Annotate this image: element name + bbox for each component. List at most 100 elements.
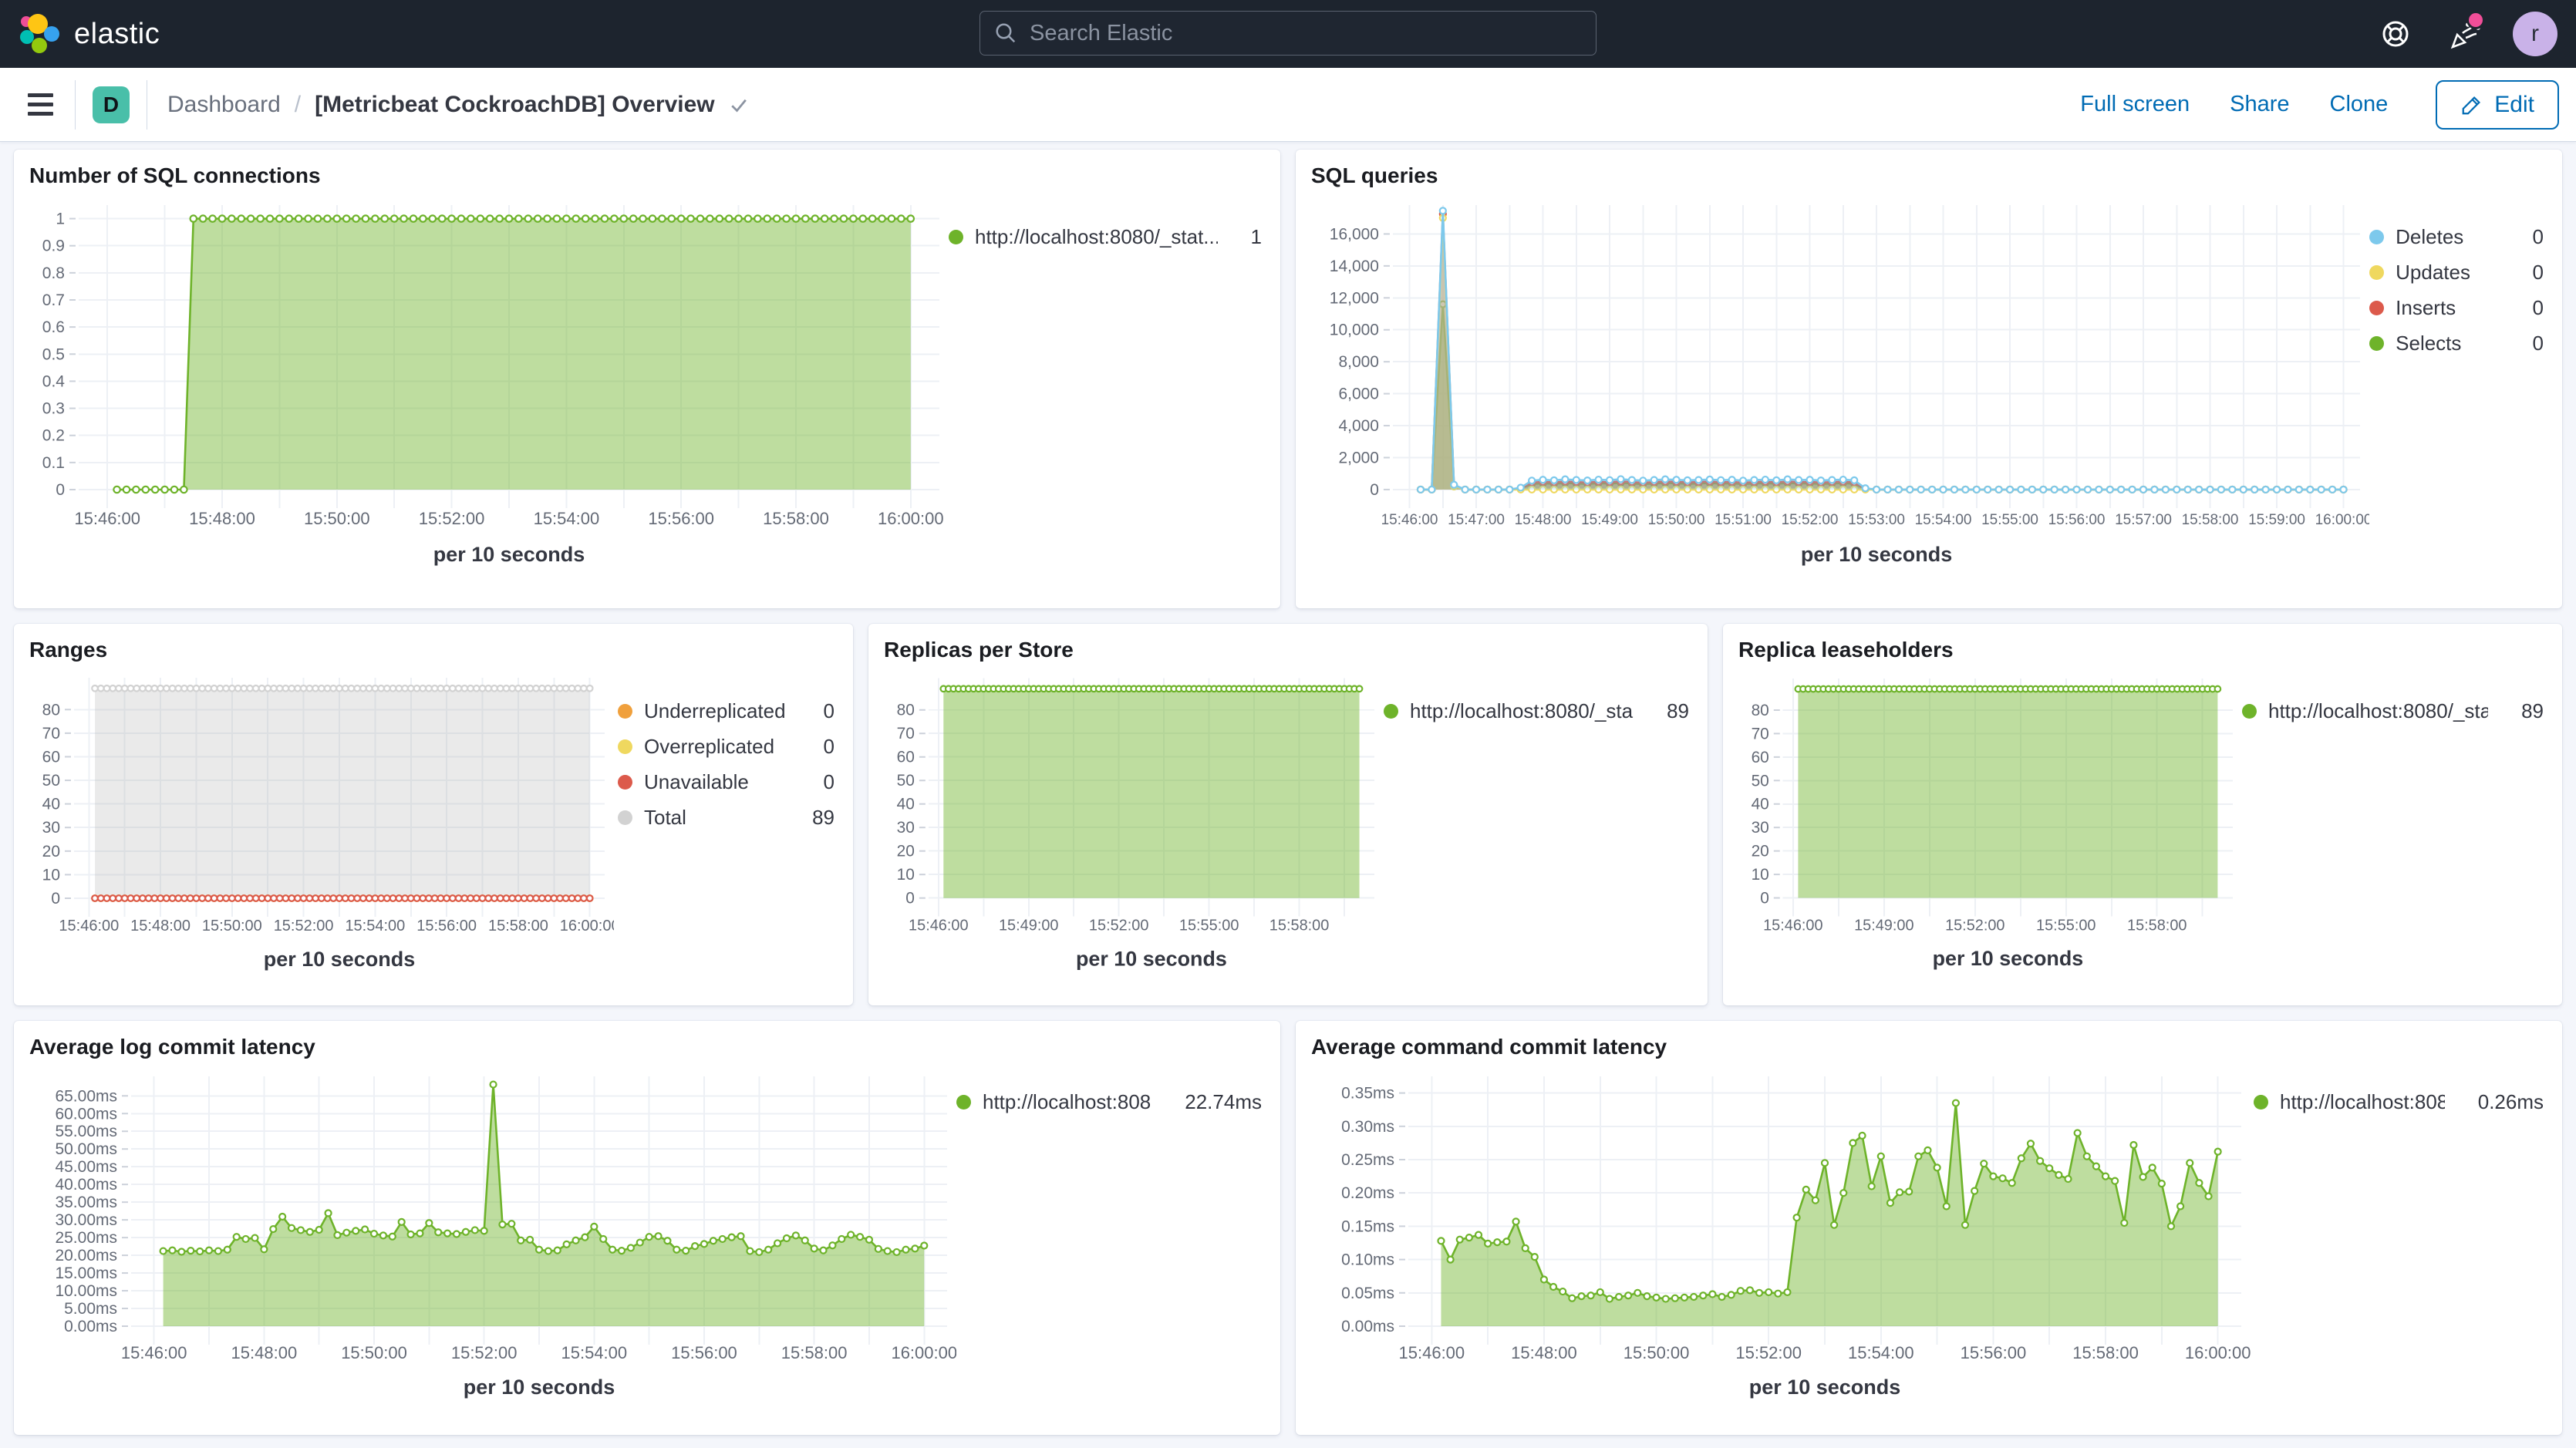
breadcrumb-dashboard[interactable]: Dashboard bbox=[167, 92, 281, 118]
legend-item[interactable]: http://localhost:8080/_stat...1 bbox=[949, 225, 1262, 249]
svg-text:0.00ms: 0.00ms bbox=[1341, 1318, 1394, 1335]
svg-text:6,000: 6,000 bbox=[1338, 386, 1378, 403]
svg-text:0.30ms: 0.30ms bbox=[1341, 1118, 1394, 1136]
svg-text:0.3: 0.3 bbox=[42, 400, 65, 418]
legend-item[interactable]: Underreplicated0 bbox=[618, 699, 835, 723]
svg-text:15:48:00: 15:48:00 bbox=[130, 918, 191, 934]
legend-label: Updates bbox=[2396, 261, 2470, 285]
dashboard-app-badge[interactable]: D bbox=[93, 86, 130, 123]
legend-value: 0 bbox=[2511, 225, 2544, 249]
legend-value: 1 bbox=[1229, 225, 1262, 249]
legend-item[interactable]: Selects0 bbox=[2369, 332, 2544, 355]
svg-text:15:58:00: 15:58:00 bbox=[781, 1343, 848, 1362]
panel-sql-queries: SQL queries 02,0004,0006,0008,00010,0001… bbox=[1296, 150, 2562, 608]
chart-canvas-sql-connections[interactable]: 00.10.20.30.40.50.60.70.80.9115:46:0015:… bbox=[29, 193, 949, 578]
legend-item[interactable]: http://localhost:8080...0.26ms bbox=[2254, 1090, 2544, 1114]
svg-text:60.00ms: 60.00ms bbox=[55, 1105, 117, 1123]
chart-canvas-replica-leaseholders[interactable]: 0102030405060708015:46:0015:49:0015:52:0… bbox=[1738, 667, 2242, 979]
avatar-initial: r bbox=[2531, 21, 2539, 47]
legend-item[interactable]: http://localhost:8080/_sta...89 bbox=[2242, 699, 2544, 723]
svg-text:30: 30 bbox=[1752, 819, 1769, 837]
share-link[interactable]: Share bbox=[2230, 92, 2289, 117]
brand[interactable]: elastic bbox=[19, 13, 160, 55]
breadcrumb-separator: / bbox=[295, 92, 301, 118]
svg-text:15:50:00: 15:50:00 bbox=[202, 918, 262, 934]
svg-text:15:50:00: 15:50:00 bbox=[341, 1343, 407, 1362]
breadcrumb: Dashboard / [Metricbeat CockroachDB] Ove… bbox=[167, 92, 750, 118]
svg-text:0.35ms: 0.35ms bbox=[1341, 1085, 1394, 1103]
legend-item[interactable]: Unavailable0 bbox=[618, 770, 835, 794]
edit-button[interactable]: Edit bbox=[2436, 80, 2559, 130]
legend-swatch-icon bbox=[2369, 265, 2384, 280]
svg-text:40.00ms: 40.00ms bbox=[55, 1176, 117, 1194]
svg-text:70: 70 bbox=[42, 725, 60, 743]
svg-text:15:52:00: 15:52:00 bbox=[419, 509, 485, 528]
legend-label: Unavailable bbox=[644, 770, 749, 794]
svg-text:15:49:00: 15:49:00 bbox=[1581, 512, 1638, 528]
legend-swatch-icon bbox=[618, 775, 632, 790]
legend-swatch-icon bbox=[2369, 230, 2384, 244]
svg-text:55.00ms: 55.00ms bbox=[55, 1123, 117, 1140]
full-screen-link[interactable]: Full screen bbox=[2080, 92, 2190, 117]
edit-label: Edit bbox=[2494, 92, 2534, 118]
svg-text:15:58:00: 15:58:00 bbox=[2127, 917, 2187, 934]
legend-item[interactable]: Total89 bbox=[618, 806, 835, 830]
svg-text:10: 10 bbox=[42, 866, 60, 884]
svg-text:15:46:00: 15:46:00 bbox=[121, 1343, 187, 1362]
legend-item[interactable]: Inserts0 bbox=[2369, 296, 2544, 320]
svg-text:10,000: 10,000 bbox=[1330, 322, 1379, 339]
legend-item[interactable]: http://localhost:808...22.74ms bbox=[956, 1090, 1262, 1114]
user-avatar[interactable]: r bbox=[2513, 12, 2557, 56]
svg-text:15:58:00: 15:58:00 bbox=[2182, 512, 2239, 528]
svg-text:15:59:00: 15:59:00 bbox=[2248, 512, 2305, 528]
svg-text:0.25ms: 0.25ms bbox=[1341, 1151, 1394, 1169]
whats-new-button[interactable] bbox=[2443, 12, 2487, 56]
legend-label: http://localhost:808... bbox=[983, 1090, 1151, 1114]
svg-text:15:56:00: 15:56:00 bbox=[671, 1343, 737, 1362]
svg-text:15:46:00: 15:46:00 bbox=[74, 509, 140, 528]
chart-canvas-avg-command-commit-latency[interactable]: 0.00ms0.05ms0.10ms0.15ms0.20ms0.25ms0.30… bbox=[1311, 1064, 2251, 1411]
svg-text:0.1: 0.1 bbox=[42, 454, 65, 472]
legend-item[interactable]: Overreplicated0 bbox=[618, 735, 835, 759]
svg-text:15:49:00: 15:49:00 bbox=[1854, 917, 1913, 934]
legend-swatch-icon bbox=[2369, 336, 2384, 351]
chart-canvas-avg-log-commit-latency[interactable]: 0.00ms5.00ms10.00ms15.00ms20.00ms25.00ms… bbox=[29, 1064, 956, 1411]
legend-value: 0 bbox=[2511, 261, 2544, 285]
search-icon bbox=[994, 22, 1017, 45]
svg-text:15:55:00: 15:55:00 bbox=[1981, 512, 2038, 528]
legend-label: Selects bbox=[2396, 332, 2461, 355]
help-icon bbox=[2379, 17, 2412, 51]
legend-swatch-icon bbox=[618, 739, 632, 754]
chart-canvas-ranges[interactable]: 0102030405060708015:46:0015:48:0015:50:0… bbox=[29, 667, 614, 979]
chart-canvas-replicas-per-store[interactable]: 0102030405060708015:46:0015:49:0015:52:0… bbox=[884, 667, 1384, 979]
svg-text:15:58:00: 15:58:00 bbox=[763, 509, 829, 528]
svg-text:16:00:00: 16:00:00 bbox=[878, 509, 944, 528]
svg-text:15:48:00: 15:48:00 bbox=[189, 509, 255, 528]
svg-text:2,000: 2,000 bbox=[1338, 449, 1378, 466]
svg-text:0.10ms: 0.10ms bbox=[1341, 1251, 1394, 1269]
legend-item[interactable]: Updates 0 bbox=[2369, 261, 2544, 285]
svg-text:0.00ms: 0.00ms bbox=[64, 1318, 117, 1335]
svg-text:80: 80 bbox=[1752, 702, 1769, 719]
svg-text:15:46:00: 15:46:00 bbox=[59, 918, 119, 934]
svg-text:70: 70 bbox=[1752, 725, 1769, 743]
help-button[interactable] bbox=[2374, 12, 2417, 56]
svg-text:15:47:00: 15:47:00 bbox=[1448, 512, 1505, 528]
clone-link[interactable]: Clone bbox=[2330, 92, 2389, 117]
chart-canvas-sql-queries[interactable]: 02,0004,0006,0008,00010,00012,00014,0001… bbox=[1311, 193, 2369, 578]
svg-text:16:00:00: 16:00:00 bbox=[2315, 512, 2370, 528]
title-check-icon[interactable] bbox=[727, 93, 750, 116]
legend-item[interactable]: http://localhost:8080/_sta...89 bbox=[1384, 699, 1689, 723]
global-search[interactable] bbox=[979, 11, 1597, 56]
legend-swatch-icon bbox=[2369, 301, 2384, 315]
svg-text:10.00ms: 10.00ms bbox=[55, 1282, 117, 1300]
legend-swatch-icon bbox=[1384, 704, 1398, 719]
search-input[interactable] bbox=[1028, 20, 1582, 47]
menu-button[interactable] bbox=[23, 89, 58, 120]
svg-text:15:52:00: 15:52:00 bbox=[1782, 512, 1839, 528]
legend-item[interactable]: Deletes 0 bbox=[2369, 225, 2544, 249]
legend-label: Deletes bbox=[2396, 225, 2463, 249]
svg-text:15:49:00: 15:49:00 bbox=[999, 918, 1059, 934]
legend-label: Inserts bbox=[2396, 296, 2456, 320]
svg-text:80: 80 bbox=[897, 702, 915, 719]
